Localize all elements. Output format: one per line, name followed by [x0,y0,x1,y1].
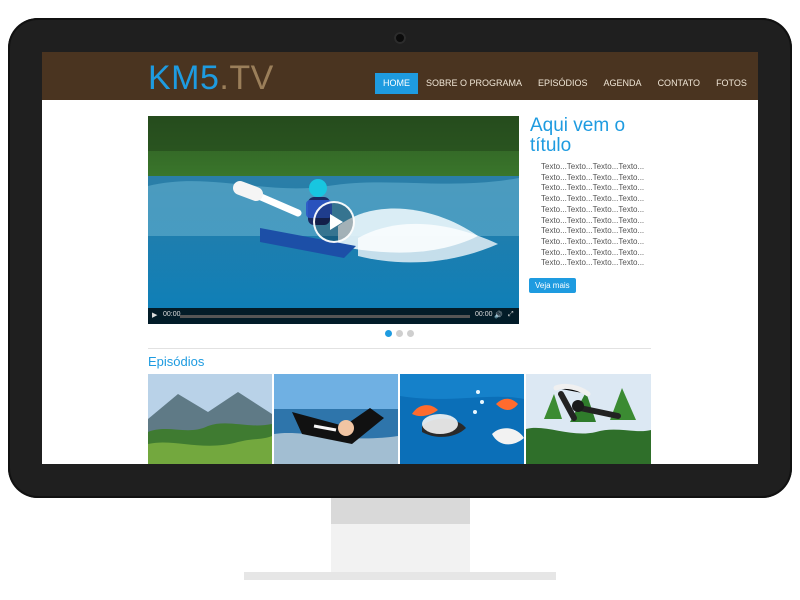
play-button[interactable] [313,201,355,243]
description-line: Texto...Texto...Texto...Texto... [541,204,645,214]
play-icon [330,214,343,230]
description-line: Texto...Texto...Texto...Texto... [541,247,645,257]
carousel-dot-1[interactable] [385,330,392,337]
logo-tv: .TV [219,59,274,97]
monitor-stand-base [331,524,470,572]
nav-item-contato[interactable]: CONTATO [650,73,709,94]
time-elapsed: 00:00 [163,311,181,318]
description-line: Texto...Texto...Texto...Texto... [541,236,645,246]
nav-item-sobre[interactable]: SOBRE O PROGRAMA [418,73,530,94]
nav-item-episodios[interactable]: EPISÓDIOS [530,73,596,94]
section-divider [148,348,651,349]
description-line: Texto...Texto...Texto...Texto... [541,226,645,236]
episodes-grid [148,374,651,464]
description-line: Texto...Texto...Texto...Texto... [541,215,645,225]
see-more-button[interactable]: Veja mais [529,278,576,293]
hero-title: Aqui vem o título [530,116,670,156]
episodes-title: Episódios [148,354,205,369]
camera-icon [394,32,406,44]
play-small-icon[interactable]: ▶ [152,311,157,319]
nav-item-fotos[interactable]: FOTOS [708,73,755,94]
description-line: Texto...Texto...Texto...Texto... [541,162,645,171]
description-line: Texto...Texto...Texto...Texto... [541,172,645,182]
main-nav: HOME SOBRE O PROGRAMA EPISÓDIOS AGENDA C… [375,73,755,94]
hero-title-line2: título [530,135,572,156]
video-controls: ▶ 00:00 00:00 🔊 ⤢ [148,308,519,324]
time-total: 00:00 [475,311,493,318]
carousel-dot-3[interactable] [407,330,414,337]
episode-thumbnail-wakeboard[interactable] [526,374,651,464]
video-player[interactable]: ▶ 00:00 00:00 🔊 ⤢ [148,116,519,324]
monitor-stand-neck [331,498,470,524]
nav-item-home[interactable]: HOME [375,73,418,94]
hero-title-line1: Aqui vem o [530,115,626,136]
description-line: Texto...Texto...Texto...Texto... [541,194,645,204]
episode-thumbnail-skydiving[interactable] [274,374,398,464]
episode-thumbnail-scuba[interactable] [400,374,524,464]
nav-item-agenda[interactable]: AGENDA [596,73,650,94]
carousel-dots [385,330,414,337]
fullscreen-icon[interactable]: ⤢ [508,311,514,319]
volume-icon[interactable]: 🔊 [494,311,503,319]
screen: KM5.TV HOME SOBRE O PROGRAMA EPISÓDIOS A… [42,52,758,464]
description-line: Texto...Texto...Texto...Texto... [541,183,645,193]
episode-thumbnail-mountains[interactable] [148,374,272,464]
monitor-stand-foot [244,572,556,580]
progress-bar[interactable] [180,315,470,318]
carousel-dot-2[interactable] [396,330,403,337]
site-logo[interactable]: KM5.TV [148,59,274,98]
logo-main: KM5 [148,59,220,97]
hero-description: Texto...Texto...Texto...Texto... Texto..… [541,162,671,269]
site-header: KM5.TV HOME SOBRE O PROGRAMA EPISÓDIOS A… [42,52,758,100]
description-line: Texto...Texto...Texto...Texto... [541,258,645,268]
